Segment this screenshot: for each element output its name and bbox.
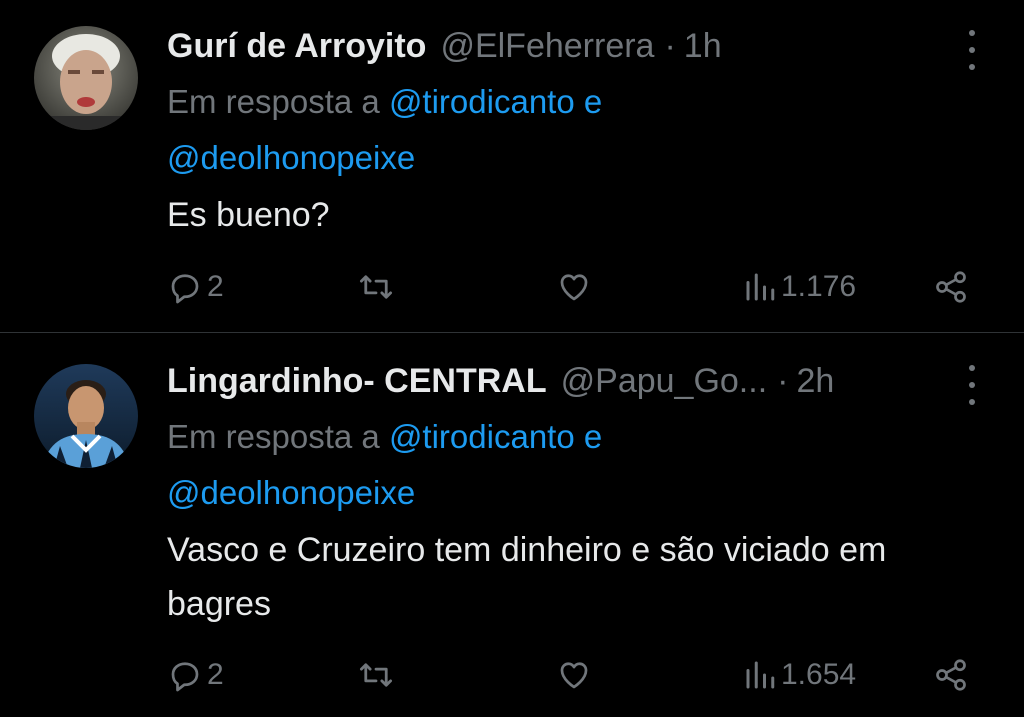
share-icon — [933, 269, 969, 305]
timestamp[interactable]: 1h — [684, 27, 722, 66]
mention-link[interactable]: @deolhonopeixe — [167, 139, 415, 176]
avatar[interactable] — [34, 364, 138, 468]
views-count: 1.176 — [781, 270, 857, 303]
views-button[interactable]: 1.176 — [743, 265, 856, 309]
timestamp[interactable]: 2h — [796, 362, 834, 401]
display-name[interactable]: Gurí de Arroyito — [167, 27, 426, 66]
retweet-button[interactable] — [357, 653, 395, 697]
retweet-icon — [357, 657, 395, 693]
share-button[interactable] — [933, 653, 969, 697]
more-vertical-icon[interactable] — [960, 30, 984, 70]
reply-button[interactable]: 2 — [167, 265, 224, 309]
tweet-content: Lingardinho- CENTRAL @Papu_Go... · 2h Em… — [167, 357, 984, 631]
reply-prefix: Em resposta a — [167, 418, 380, 455]
reply-icon — [167, 269, 203, 305]
heart-icon — [555, 269, 593, 305]
views-icon — [743, 269, 777, 305]
like-button[interactable] — [555, 653, 593, 697]
reply-context: Em resposta a @tirodicanto e @deolhonope… — [167, 409, 984, 521]
avatar[interactable] — [34, 26, 138, 130]
tweet[interactable]: Gurí de Arroyito @ElFeherrera · 1h Em re… — [0, 0, 1024, 332]
views-button[interactable]: 1.654 — [743, 653, 856, 697]
reply-prefix: Em resposta a — [167, 83, 380, 120]
views-icon — [743, 657, 777, 693]
reply-icon — [167, 657, 203, 693]
retweet-icon — [357, 269, 395, 305]
tweet-text: Es bueno? — [167, 196, 330, 234]
mention-link[interactable]: @deolhonopeixe — [167, 474, 415, 511]
retweet-button[interactable] — [357, 265, 395, 309]
separator-dot: · — [777, 361, 789, 400]
heart-icon — [555, 657, 593, 693]
tweet-header: Gurí de Arroyito @ElFeherrera · 1h — [167, 22, 984, 70]
reply-count: 2 — [207, 658, 224, 691]
views-count: 1.654 — [781, 658, 857, 691]
user-handle[interactable]: @ElFeherrera — [440, 27, 654, 66]
mention-conjunction: e — [583, 418, 603, 455]
reply-context: Em resposta a @tirodicanto e @deolhonope… — [167, 74, 984, 186]
separator-dot: · — [664, 26, 676, 65]
tweet[interactable]: Lingardinho- CENTRAL @Papu_Go... · 2h Em… — [0, 333, 1024, 717]
tweet-header: Lingardinho- CENTRAL @Papu_Go... · 2h — [167, 357, 984, 405]
like-button[interactable] — [555, 265, 593, 309]
tweet-actions: 2 1.176 — [167, 265, 977, 309]
tweet-feed: Gurí de Arroyito @ElFeherrera · 1h Em re… — [0, 0, 1024, 717]
share-button[interactable] — [933, 265, 969, 309]
mention-conjunction: e — [583, 83, 603, 120]
user-handle[interactable]: @Papu_Go... — [561, 362, 768, 401]
display-name[interactable]: Lingardinho- CENTRAL — [167, 362, 547, 401]
mention-link[interactable]: @tirodicanto — [389, 418, 575, 455]
mention-link[interactable]: @tirodicanto — [389, 83, 575, 120]
tweet-actions: 2 1.654 — [167, 653, 977, 697]
reply-count: 2 — [207, 270, 224, 303]
tweet-content: Gurí de Arroyito @ElFeherrera · 1h Em re… — [167, 22, 984, 242]
share-icon — [933, 657, 969, 693]
reply-button[interactable]: 2 — [167, 653, 224, 697]
tweet-text: Vasco e Cruzeiro tem dinheiro e são vici… — [167, 531, 887, 623]
more-vertical-icon[interactable] — [960, 365, 984, 405]
